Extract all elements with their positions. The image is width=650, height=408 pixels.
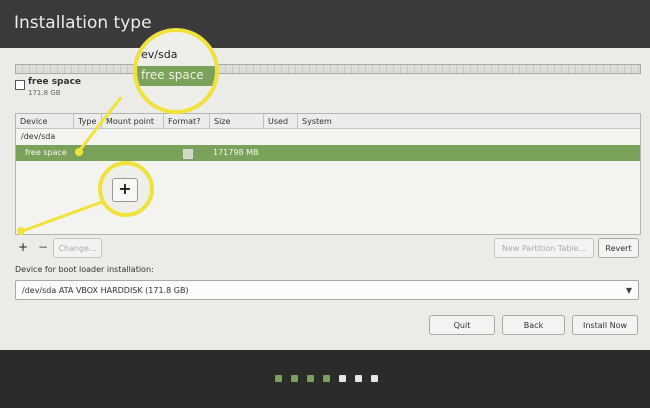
format-checkbox[interactable] <box>183 149 193 159</box>
progress-dot-pending <box>355 375 362 382</box>
quit-button[interactable]: Quit <box>429 315 495 335</box>
table-row-dev-sda[interactable]: /dev/sda <box>16 130 640 144</box>
change-partition-button[interactable]: Change... <box>53 238 102 258</box>
progress-dot-completed <box>323 375 330 382</box>
table-row-free-space[interactable]: free space 171798 MB <box>16 145 640 161</box>
progress-dot-completed <box>307 375 314 382</box>
column-header-mount-point[interactable]: Mount point <box>102 114 164 129</box>
progress-dot-completed <box>275 375 282 382</box>
install-now-button[interactable]: Install Now <box>572 315 638 335</box>
revert-button[interactable]: Revert <box>598 238 639 258</box>
column-header-size[interactable]: Size <box>210 114 264 129</box>
zoom-callout-add: + <box>98 161 154 217</box>
free-space-size: 171.8 GB <box>28 89 61 97</box>
annotation-dot <box>75 148 83 156</box>
zoom-text-dev-sda: ev/sda <box>141 48 178 61</box>
column-header-used[interactable]: Used <box>264 114 298 129</box>
partition-bar <box>15 64 641 74</box>
progress-dot-completed <box>291 375 298 382</box>
zoom-add-button: + <box>112 178 138 202</box>
progress-dot-pending <box>339 375 346 382</box>
bootloader-select[interactable]: /dev/sda ATA VBOX HARDDISK (171.8 GB) ▼ <box>15 280 639 300</box>
add-partition-button[interactable]: + <box>15 239 31 256</box>
remove-partition-button[interactable]: − <box>35 239 51 256</box>
column-header-format[interactable]: Format? <box>164 114 210 129</box>
free-space-size-cell: 171798 MB <box>213 148 259 157</box>
column-header-system[interactable]: System <box>298 114 640 129</box>
annotation-dot <box>17 227 25 235</box>
chevron-down-icon: ▼ <box>625 286 632 295</box>
page-title: Installation type <box>14 13 152 33</box>
column-header-device[interactable]: Device <box>16 114 74 129</box>
progress-dot-pending <box>371 375 378 382</box>
zoom-callout-free-space: ev/sda free space <box>133 28 219 114</box>
title-bar: Installation type <box>0 0 650 48</box>
free-space-device: free space <box>25 148 67 157</box>
new-partition-table-button[interactable]: New Partition Table... <box>494 238 594 258</box>
free-space-swatch <box>15 80 25 90</box>
bootloader-select-value: /dev/sda ATA VBOX HARDDISK (171.8 GB) <box>22 286 189 295</box>
free-space-label: free space <box>28 77 82 87</box>
zoom-text-free-space: free space <box>141 68 204 82</box>
back-button[interactable]: Back <box>502 315 565 335</box>
bootloader-label: Device for boot loader installation: <box>15 265 154 274</box>
